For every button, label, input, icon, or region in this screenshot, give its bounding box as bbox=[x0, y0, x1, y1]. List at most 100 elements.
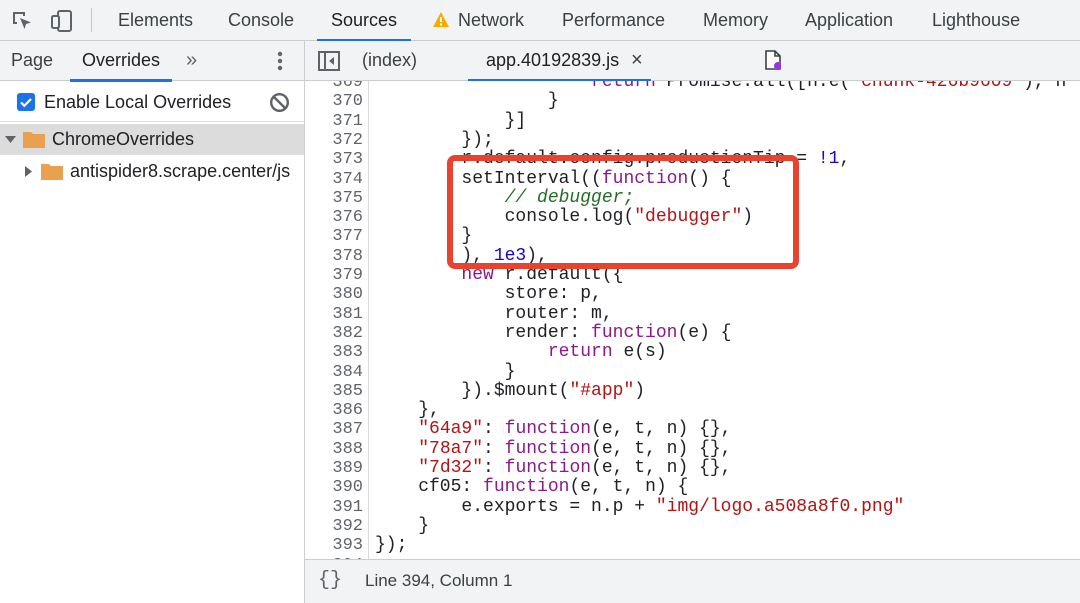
code-text: "78a7": function(e, t, n) {}, bbox=[418, 438, 732, 459]
line-number[interactable]: 373 bbox=[305, 150, 363, 169]
code-line[interactable]: 371 }] bbox=[305, 110, 1080, 131]
editor-tab-app-js[interactable]: app.40192839.js bbox=[467, 41, 652, 82]
line-number[interactable]: 371 bbox=[305, 112, 363, 131]
tab-page[interactable]: Page bbox=[11, 41, 53, 81]
code-line[interactable]: 370 } bbox=[305, 91, 1080, 112]
enable-overrides-label[interactable]: Enable Local Overrides bbox=[44, 82, 231, 122]
tree-item-chromeoverrides[interactable]: ChromeOverrides bbox=[0, 124, 304, 155]
overridden-file-icon bbox=[765, 50, 781, 70]
tab-performance[interactable]: Performance bbox=[562, 0, 665, 41]
code-text: }); bbox=[375, 535, 408, 556]
code-text: }).$mount("#app") bbox=[375, 380, 646, 401]
line-number[interactable]: 370 bbox=[305, 92, 363, 111]
highlight-annotation-box bbox=[447, 155, 799, 269]
code-text: e.exports = n.p + "img/logo.a508a8f0.png… bbox=[375, 496, 905, 517]
collapsed-arrow-icon[interactable] bbox=[23, 166, 34, 177]
code-line[interactable]: 391 e.exports = n.p + "img/logo.a508a8f0… bbox=[305, 496, 1080, 517]
line-number[interactable]: 369 bbox=[305, 81, 363, 92]
line-number[interactable]: 388 bbox=[305, 440, 363, 459]
code-area[interactable]: 369 return Promise.all([n.e("chunk-426b9… bbox=[305, 81, 1080, 559]
close-tab-icon[interactable]: × bbox=[631, 49, 643, 71]
code-text: }); bbox=[375, 129, 494, 150]
line-number[interactable]: 382 bbox=[305, 324, 363, 343]
line-number[interactable]: 379 bbox=[305, 266, 363, 285]
line-number[interactable]: 389 bbox=[305, 459, 363, 478]
source-editor: (index) app.40192839.js × 369 return Pro… bbox=[305, 41, 1080, 603]
editor-tab-index[interactable]: (index) bbox=[362, 41, 417, 81]
code-line[interactable]: 381 router: m, bbox=[305, 303, 1080, 324]
code-line[interactable]: 393}); bbox=[305, 535, 1080, 556]
pretty-print-button[interactable]: {} bbox=[318, 560, 342, 602]
code-line[interactable]: 382 render: function(e) { bbox=[305, 322, 1080, 343]
line-number[interactable]: 378 bbox=[305, 247, 363, 266]
devtools-toolbar: Elements Console Sources Network Perform… bbox=[0, 0, 1080, 42]
code-text: } bbox=[375, 515, 430, 536]
code-text: } bbox=[375, 361, 516, 382]
code-line[interactable]: 386 }, bbox=[305, 400, 1080, 421]
tree-item-label: antispider8.scrape.center/js bbox=[70, 161, 291, 181]
enable-overrides-row: Enable Local Overrides bbox=[0, 82, 304, 122]
code-text: }, bbox=[375, 400, 440, 421]
editor-tabs: (index) app.40192839.js × bbox=[305, 41, 1080, 82]
code-text: cf05: function(e, t, n) { bbox=[375, 477, 689, 498]
toolbar-divider bbox=[91, 8, 92, 32]
line-number[interactable]: 387 bbox=[305, 420, 363, 439]
line-number[interactable]: 393 bbox=[305, 536, 363, 555]
tab-sources[interactable]: Sources bbox=[316, 0, 412, 42]
tab-lighthouse[interactable]: Lighthouse bbox=[932, 0, 1020, 41]
line-number[interactable]: 390 bbox=[305, 478, 363, 497]
code-text: "64a9": function(e, t, n) {}, bbox=[418, 419, 732, 440]
cursor-position: Line 394, Column 1 bbox=[365, 571, 513, 590]
line-number[interactable]: 385 bbox=[305, 382, 363, 401]
tab-memory[interactable]: Memory bbox=[703, 0, 768, 41]
code-line[interactable]: 372 }); bbox=[305, 129, 1080, 150]
navigator-tabs: Page Overrides » bbox=[0, 41, 304, 82]
folder-icon bbox=[23, 132, 45, 148]
code-line[interactable]: 385 }).$mount("#app") bbox=[305, 380, 1080, 401]
inspect-element-icon[interactable] bbox=[9, 8, 35, 34]
line-number[interactable]: 372 bbox=[305, 131, 363, 150]
enable-overrides-checkbox[interactable] bbox=[17, 93, 35, 111]
code-line[interactable]: 383 return e(s) bbox=[305, 342, 1080, 362]
line-number[interactable]: 376 bbox=[305, 208, 363, 227]
code-line[interactable]: 384 } bbox=[305, 361, 1080, 382]
tab-console[interactable]: Console bbox=[228, 0, 294, 41]
tab-overrides[interactable]: Overrides bbox=[69, 41, 173, 82]
code-line[interactable]: 388 "78a7": function(e, t, n) {}, bbox=[305, 438, 1080, 459]
line-number[interactable]: 392 bbox=[305, 517, 363, 536]
tab-elements[interactable]: Elements bbox=[118, 0, 193, 41]
line-number[interactable]: 384 bbox=[305, 363, 363, 382]
sources-navigator: Page Overrides » Enable Local Overrides … bbox=[0, 41, 305, 603]
tab-application[interactable]: Application bbox=[805, 0, 893, 41]
line-number[interactable]: 375 bbox=[305, 189, 363, 208]
code-text: }] bbox=[375, 110, 527, 131]
line-number[interactable]: 391 bbox=[305, 498, 363, 517]
folder-icon bbox=[41, 164, 63, 180]
code-text: router: m, bbox=[375, 303, 613, 324]
expanded-arrow-icon[interactable] bbox=[5, 134, 16, 145]
code-line[interactable]: 387 "64a9": function(e, t, n) {}, bbox=[305, 419, 1080, 440]
tab-network[interactable]: Network bbox=[458, 0, 524, 41]
tree-item-label: ChromeOverrides bbox=[52, 129, 195, 149]
tree-item-antispider8[interactable]: antispider8.scrape.center/js bbox=[0, 156, 304, 187]
line-number[interactable]: 386 bbox=[305, 401, 363, 420]
code-line[interactable]: 380 store: p, bbox=[305, 284, 1080, 305]
more-tabs-button[interactable]: » bbox=[186, 41, 197, 79]
code-line[interactable]: 389 "7d32": function(e, t, n) {}, bbox=[305, 458, 1080, 478]
device-toolbar-icon[interactable] bbox=[49, 8, 75, 34]
line-number[interactable]: 383 bbox=[305, 343, 363, 362]
line-number[interactable]: 380 bbox=[305, 285, 363, 304]
line-number[interactable]: 381 bbox=[305, 305, 363, 324]
editor-status-bar: {} Line 394, Column 1 bbox=[305, 559, 1080, 603]
code-text: } bbox=[375, 91, 559, 112]
line-number[interactable]: 374 bbox=[305, 170, 363, 189]
line-number[interactable]: 377 bbox=[305, 227, 363, 246]
toggle-navigator-icon[interactable] bbox=[318, 51, 340, 71]
more-options-icon[interactable] bbox=[277, 51, 283, 71]
code-text: store: p, bbox=[375, 284, 602, 305]
warning-triangle-icon bbox=[433, 12, 449, 27]
code-text: render: function(e) { bbox=[375, 322, 732, 343]
clear-overrides-icon[interactable] bbox=[269, 92, 290, 113]
code-line[interactable]: 392 } bbox=[305, 515, 1080, 536]
code-line[interactable]: 390 cf05: function(e, t, n) { bbox=[305, 477, 1080, 498]
